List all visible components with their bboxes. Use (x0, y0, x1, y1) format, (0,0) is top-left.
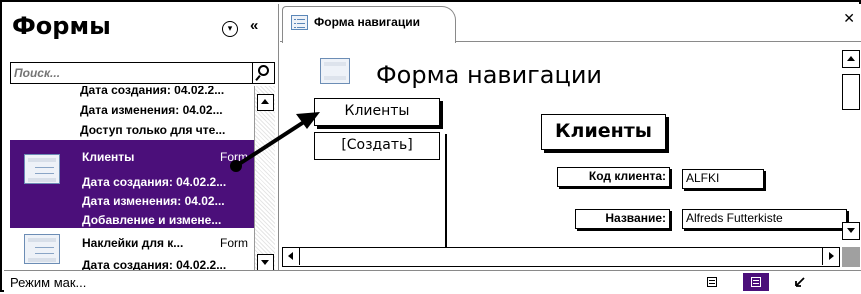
status-text: Режим мак... (10, 275, 87, 290)
form-header-icon (320, 58, 350, 84)
tab-label: Форма навигации (314, 15, 420, 29)
list-item-labels[interactable]: Наклейки для к... Form Дата создания: 04… (10, 228, 254, 270)
previous-item-details: Дата создания: 04.02.2... Дата изменения… (80, 86, 226, 137)
scroll-left-button[interactable] (283, 248, 300, 265)
item-name: Клиенты (82, 150, 135, 164)
field-label-customer-id: Код клиента: (557, 167, 670, 187)
search-icon[interactable] (252, 62, 274, 84)
list-item-clients[interactable]: Клиенты Form Дата создания: 04.02.2... Д… (10, 140, 254, 228)
navigation-pane: Формы ▾ « Дата создания: 04.02.2... Дата… (4, 4, 279, 270)
form-icon (291, 15, 308, 30)
nav-pane-title: Формы (12, 12, 111, 40)
customer-id-field[interactable]: ALFKI (682, 169, 764, 189)
design-view-icon[interactable] (787, 273, 813, 291)
scroll-down-button[interactable] (842, 222, 860, 240)
form-view-icon[interactable] (743, 273, 769, 291)
field-label-name: Название: (575, 209, 670, 229)
document-tab-bar: Форма навигации ✕ (280, 4, 861, 43)
tab-navigation-form[interactable]: Форма навигации (282, 6, 456, 43)
scroll-down-button[interactable] (257, 254, 274, 270)
search-box (10, 62, 275, 84)
document-vertical-scrollbar[interactable] (842, 50, 860, 250)
datasheet-view-icon[interactable] (699, 273, 725, 291)
scroll-thumb[interactable] (842, 74, 860, 110)
chevron-down-icon[interactable]: ▾ (222, 21, 238, 37)
scroll-right-button[interactable] (822, 248, 839, 265)
form-icon (24, 154, 60, 184)
document-horizontal-scrollbar[interactable] (282, 247, 840, 267)
divider (445, 134, 447, 247)
form-header-title: Форма навигации (376, 61, 603, 89)
object-list: Дата создания: 04.02.2... Дата изменения… (10, 86, 254, 270)
item-meta: Дата создания: 04.02.2... Дата изменения… (82, 175, 227, 227)
form-icon (24, 234, 60, 264)
nav-scrollbar[interactable] (254, 86, 275, 270)
close-icon[interactable]: ✕ (843, 10, 855, 27)
subform-title: Клиенты (541, 114, 666, 150)
scroll-up-button[interactable] (257, 94, 274, 111)
collapse-pane-icon[interactable]: « (250, 17, 259, 34)
scroll-corner (842, 247, 860, 267)
company-name-field[interactable]: Alfreds Futterkiste (682, 209, 847, 229)
app-window: Формы ▾ « Дата создания: 04.02.2... Дата… (0, 0, 861, 292)
nav-button-clients[interactable]: Клиенты (314, 98, 440, 126)
item-name: Наклейки для к... (82, 236, 184, 250)
status-bar: Режим мак... (4, 270, 861, 292)
item-type: Form (220, 150, 248, 164)
search-input[interactable] (14, 64, 244, 82)
nav-button-create[interactable]: [Создать] (314, 132, 440, 160)
document-area: Форма навигации ✕ Форма навигации Клиент… (280, 4, 861, 270)
item-type: Form (220, 236, 248, 250)
scroll-up-button[interactable] (842, 50, 860, 68)
item-meta: Дата создания: 04.02.2... (82, 258, 227, 270)
